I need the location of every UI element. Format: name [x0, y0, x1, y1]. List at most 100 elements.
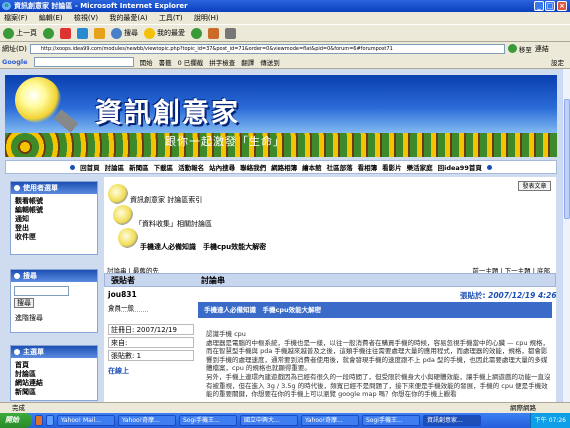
user-menu-notifications[interactable]: 通知: [11, 215, 97, 224]
menu-view[interactable]: 檢視(V): [74, 14, 98, 22]
menu-file[interactable]: 檔案(F): [4, 14, 28, 22]
nav-home[interactable]: 回首頁: [80, 162, 100, 172]
menu-edit[interactable]: 編輯(E): [39, 14, 63, 22]
nav-contact[interactable]: 聯絡我們: [240, 162, 266, 172]
system-tray: 下午 07:26: [529, 413, 570, 428]
search-block-title: 搜尋: [11, 270, 97, 282]
nav-bullet-icon: [70, 164, 76, 170]
post-paragraph: 另外，手機上連環內建遊戲因為已經有很久的一段時間了，但受限於機身大小與硬體效能，…: [206, 372, 551, 399]
thread-header: 張貼者 討論串: [104, 273, 556, 287]
nav-blog[interactable]: 社區部落: [327, 162, 353, 172]
go-button[interactable]: 移至: [507, 44, 532, 54]
stop-button[interactable]: [60, 27, 71, 39]
lightbulb-icon: [108, 184, 128, 204]
main-menu-title: 主選單: [11, 346, 97, 358]
post-title-bar: 手機達人必備知識 手機cpu效能大解密: [198, 302, 552, 318]
quicklaunch-icon[interactable]: [35, 415, 43, 426]
post-title: 手機達人必備知識 手機cpu效能大解密: [204, 306, 322, 314]
nav-videos[interactable]: 看影片: [382, 162, 402, 172]
scrollbar-thumb[interactable]: [564, 99, 570, 219]
forward-button[interactable]: [43, 27, 54, 39]
nav-news[interactable]: 新聞區: [129, 162, 149, 172]
back-button[interactable]: 上一頁: [3, 27, 37, 39]
advanced-search-link[interactable]: 進階搜尋: [11, 314, 97, 323]
address-label: 網址(D): [2, 44, 27, 53]
mail-button[interactable]: [208, 27, 219, 39]
nav-search[interactable]: 站內搜尋: [209, 162, 235, 172]
favorites-button[interactable]: 我的最愛: [144, 27, 185, 39]
new-post-button[interactable]: 發表文章: [518, 181, 551, 191]
quicklaunch-icon[interactable]: [46, 415, 54, 426]
task-button[interactable]: Yahoo!奇摩...: [301, 415, 359, 426]
main-menu-block: 主選單 首頁 討論區 網站連結 新聞區: [10, 345, 98, 401]
clock[interactable]: 下午 07:26: [535, 417, 566, 424]
print-button[interactable]: [225, 27, 236, 39]
menu-help[interactable]: 說明(H): [194, 14, 219, 22]
nav-forum[interactable]: 討論區: [105, 162, 125, 172]
breadcrumb-category[interactable]: 「資料收集」相關討論區: [135, 219, 212, 229]
task-button[interactable]: Sogi手機王...: [179, 415, 237, 426]
minimize-button[interactable]: _: [534, 1, 544, 11]
status-bar: 完成 網際網路: [0, 402, 570, 413]
main-menu-forum[interactable]: 討論區: [11, 370, 97, 379]
google-start-button[interactable]: 開始: [140, 57, 153, 67]
history-button[interactable]: [191, 27, 202, 39]
topic-nav-bar: 討論串 | 最舊的先 前一主題 | 下一主題 | 底部: [104, 265, 556, 275]
site-banner: 資訊創意家 跟你一起激發「生命」: [5, 75, 557, 157]
google-settings-button[interactable]: 設定: [551, 57, 564, 67]
menu-favorites[interactable]: 我的最愛(A): [109, 14, 147, 22]
maximize-button[interactable]: □: [545, 1, 555, 11]
send-to-button[interactable]: 傳送到: [260, 57, 280, 67]
window-title: 資訊創意家 討論區 - Microsoft Internet Explorer: [14, 2, 188, 10]
post-author[interactable]: jou831: [108, 290, 137, 299]
nav-picturebook[interactable]: 繪本館: [302, 162, 322, 172]
go-arrow-icon: [507, 44, 517, 53]
home-button[interactable]: [94, 27, 105, 39]
vertical-scrollbar[interactable]: [562, 69, 570, 402]
user-menu-edit-account[interactable]: 編輯帳號: [11, 206, 97, 215]
breadcrumb-forum-index[interactable]: 資訊創意家 討論區索引: [130, 195, 202, 205]
back-arrow-icon: [3, 27, 14, 39]
google-search-input[interactable]: [33, 56, 134, 67]
main-menu-links[interactable]: 網站連結: [11, 379, 97, 388]
nav-downloads[interactable]: 下載區: [154, 162, 174, 172]
user-menu-inbox[interactable]: 收件匣: [11, 233, 97, 242]
user-menu-logout[interactable]: 登出: [11, 224, 97, 233]
task-button[interactable]: Sogi手機王...: [362, 415, 420, 426]
translate-button[interactable]: 翻譯: [241, 57, 254, 67]
start-button[interactable]: 開始: [0, 413, 32, 428]
task-button-active[interactable]: 資訊創意家...: [423, 415, 481, 426]
task-button[interactable]: Yahoo! Mail...: [57, 415, 115, 426]
post-paragraph: 認識手機 cpu: [206, 330, 246, 338]
task-button[interactable]: Yahoo!奇摩...: [118, 415, 176, 426]
spellcheck-button[interactable]: 拼字檢查: [209, 57, 235, 67]
post-body: 認識手機 cpu 處理器是電腦的中樞系統，手機也是一樣，以往一般消費者在購買手機…: [206, 330, 552, 399]
bookmarks-button[interactable]: 書籤: [159, 57, 172, 67]
popup-blocked-button[interactable]: 0 已攔截: [178, 57, 204, 67]
ie-logo-icon: e: [2, 2, 11, 10]
lightbulb-base: [53, 109, 79, 133]
nav-album[interactable]: 網路相簿: [271, 162, 297, 172]
nav-family[interactable]: 樂活家庭: [407, 162, 433, 172]
menu-tools[interactable]: 工具(T): [159, 14, 183, 22]
main-menu-home[interactable]: 首頁: [11, 361, 97, 370]
site-slogan: 跟你一起激發「生命」: [165, 135, 285, 148]
nav-bullet-icon: [486, 164, 492, 170]
refresh-button[interactable]: [77, 27, 88, 39]
nav-idea99[interactable]: 回idea99首頁: [438, 162, 482, 172]
nav-photos[interactable]: 看相簿: [358, 162, 378, 172]
post-date: 張貼於: 2007/12/19 4:26: [460, 291, 557, 300]
sidebar-search-button[interactable]: 搜尋: [14, 298, 34, 308]
taskbar: 開始 Yahoo! Mail... Yahoo!奇摩... Sogi手機王...…: [0, 413, 570, 428]
site-title: 資訊創意家: [95, 98, 240, 129]
search-button[interactable]: 搜尋: [111, 27, 138, 39]
user-menu-view-account[interactable]: 觀看帳號: [11, 197, 97, 206]
close-button[interactable]: ×: [557, 1, 567, 11]
address-input[interactable]: http://xoops.idea99.com/modules/newbb/vi…: [29, 43, 505, 54]
main-menu-news[interactable]: 新聞區: [11, 388, 97, 397]
links-label[interactable]: 連結: [535, 44, 549, 54]
sidebar-search-input[interactable]: [14, 286, 69, 296]
title-bar: e 資訊創意家 討論區 - Microsoft Internet Explore…: [0, 0, 570, 12]
task-button[interactable]: 國立中興大...: [240, 415, 298, 426]
nav-events[interactable]: 活動報名: [178, 162, 204, 172]
